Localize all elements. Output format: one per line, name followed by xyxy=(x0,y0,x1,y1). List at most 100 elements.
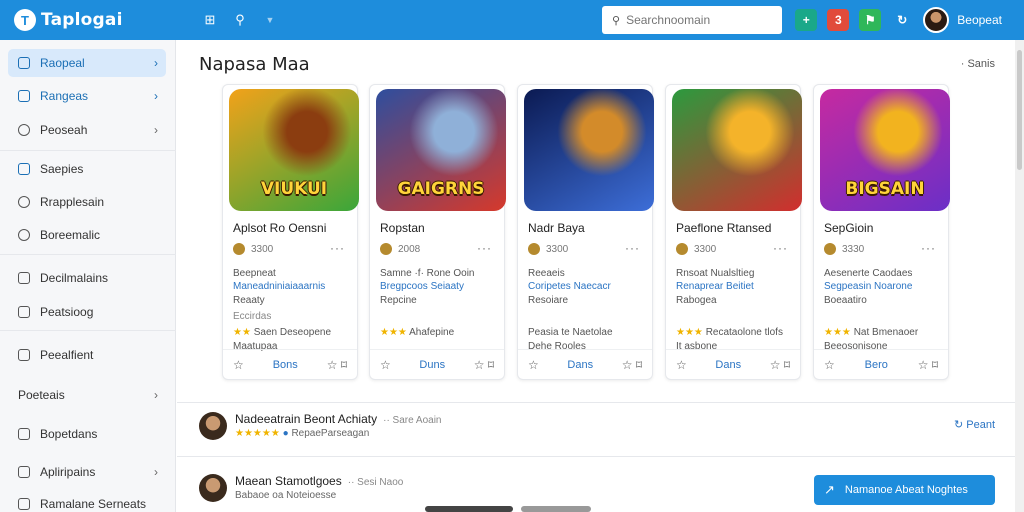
chevron-right-icon: › xyxy=(154,123,158,137)
flag-icon[interactable]: ⚑ xyxy=(859,9,882,31)
sidebar-item-6[interactable]: Decilmalains xyxy=(8,264,166,292)
sidebar-item-7[interactable]: Peatsioog xyxy=(8,298,166,326)
chevron-right-icon: › xyxy=(154,89,158,103)
grid-icon[interactable]: ⊞ xyxy=(199,9,221,31)
bookmark-icon[interactable]: ☆ ⌑ xyxy=(327,358,347,372)
game-card[interactable]: BIGSAIN SepGioin 3330 ··· Aesenerte Caodaes S… xyxy=(813,84,950,380)
sidebar-item-label: Poeteais xyxy=(18,388,65,402)
top-bar: T Taplogai ⊞ ⚲ ▼ ⚲ + 3 ⚑ ↻ Beopeat xyxy=(0,0,1024,40)
vertical-scrollbar-thumb[interactable] xyxy=(1017,50,1022,170)
game-art[interactable] xyxy=(524,89,654,211)
star-icon[interactable]: ☆ xyxy=(528,358,539,372)
bookmark-icon[interactable]: ☆ ⌑ xyxy=(474,358,494,372)
sidebar-item-9[interactable]: Poeteais › xyxy=(8,381,166,409)
more-options-icon[interactable]: ··· xyxy=(330,241,345,255)
card-action-button[interactable]: Dans xyxy=(715,359,741,371)
star-icon[interactable]: ☆ xyxy=(233,358,244,372)
rating-stars: ★★★ xyxy=(380,327,407,338)
sidebar-item-8[interactable]: Peealfient xyxy=(8,341,166,369)
game-detail-link[interactable]: Segpeasin Noarone xyxy=(824,281,912,292)
sidebar-item-5[interactable]: Boreemalic xyxy=(8,221,166,249)
bookmark-icon[interactable]: ☆ ⌑ xyxy=(918,358,938,372)
star-icon[interactable]: ☆ xyxy=(824,358,835,372)
section-see-all-link[interactable]: · Sanis xyxy=(961,58,995,70)
search-input[interactable] xyxy=(626,13,767,27)
sidebar-item-4[interactable]: Rrapplesain xyxy=(8,188,166,216)
star-icon[interactable]: ☆ xyxy=(380,358,391,372)
rating-stars: ★★★★★ xyxy=(235,428,280,439)
list-item-name: Maean Stamotlgoes xyxy=(235,474,342,488)
game-card[interactable]: Paeflone Rtansed 3300 ··· Rnsoat Nualsltieg… xyxy=(665,84,802,380)
sidebar-item-label: Ramalane Serneats xyxy=(40,497,147,511)
card-action-button[interactable]: Dans xyxy=(567,359,593,371)
carousel-indicator-active[interactable] xyxy=(425,506,513,512)
carousel-indicator[interactable] xyxy=(521,506,591,512)
game-art[interactable]: GAIGRNS xyxy=(376,89,506,211)
bookmark-icon[interactable]: ☆ ⌑ xyxy=(770,358,790,372)
rating-stars: ★★★ xyxy=(676,327,703,338)
chevron-right-icon: › xyxy=(154,388,158,402)
rating-text: Nat Bmenaoer xyxy=(853,327,919,338)
user-avatar[interactable] xyxy=(923,7,950,33)
game-card[interactable]: GAIGRNS Ropstan 2008 ··· Samne ·f· Rone Ooin… xyxy=(369,84,506,380)
sidebar-item-10[interactable]: Bopetdans xyxy=(8,420,166,448)
card-action-button[interactable]: Bero xyxy=(865,359,888,371)
card-footer: ☆ Bons ☆ ⌑ xyxy=(223,349,357,379)
sidebar-item-label: Decilmalains xyxy=(40,271,109,285)
game-meta: 2008 xyxy=(380,243,420,255)
more-options-icon[interactable]: ··· xyxy=(477,241,492,255)
publisher-avatar xyxy=(233,243,245,255)
refresh-icon[interactable]: ↻ xyxy=(891,9,913,31)
game-art[interactable]: BIGSAIN xyxy=(820,89,950,211)
game-title[interactable]: Nadr Baya xyxy=(528,221,585,235)
pin-icon: ↗ xyxy=(824,482,835,497)
more-options-icon[interactable]: ··· xyxy=(921,241,936,255)
avatar xyxy=(199,412,227,440)
app-logo[interactable]: T Taplogai xyxy=(14,9,199,31)
star-icon[interactable]: ☆ xyxy=(676,358,687,372)
game-detail-link[interactable]: Maneadniniaiaaarnis xyxy=(233,281,325,292)
list-item[interactable]: Nadeeatrain Beont Achiaty ·· Sare Aoain ★… xyxy=(177,408,1015,458)
folder-icon xyxy=(18,498,30,510)
sidebar-divider xyxy=(0,150,176,151)
game-title[interactable]: SepGioin xyxy=(824,221,873,235)
more-options-icon[interactable]: ··· xyxy=(773,241,788,255)
primary-action-button[interactable]: ↗ Namanoe Abeat Noghtes xyxy=(814,475,995,505)
rating-text: Saen Deseopene xyxy=(253,327,332,338)
card-footer: ☆ Dans ☆ ⌑ xyxy=(666,349,800,379)
sidebar-item-3[interactable]: Saepies xyxy=(8,155,166,183)
game-art[interactable] xyxy=(672,89,802,211)
card-action-button[interactable]: Duns xyxy=(419,359,445,371)
game-art[interactable]: VIUKUI xyxy=(229,89,359,211)
game-detail-link[interactable]: Coripetes Naecacr xyxy=(528,281,611,292)
list-item-subtext: Babaoe oa Noteioesse xyxy=(235,490,337,501)
new-item-icon[interactable]: + xyxy=(795,9,818,31)
game-card[interactable]: Nadr Baya 3300 ··· Reeaeis Coripetes Naecacr… xyxy=(517,84,654,380)
topbar-right: + 3 ⚑ ↻ Beopeat xyxy=(795,0,1024,40)
sidebar-item-1[interactable]: Rangeas › xyxy=(8,82,166,110)
sidebar-item-12[interactable]: Ramalane Serneats xyxy=(8,490,166,512)
search-icon[interactable]: ⚲ xyxy=(229,9,251,31)
main-content: Napasa Maa · Sanis VIUKUI Aplsot Ro Oensn… xyxy=(177,40,1015,512)
publisher-avatar xyxy=(380,243,392,255)
game-detail-link[interactable]: Bregpcoos Seiaaty xyxy=(380,281,464,292)
list-item-action[interactable]: ↻ Peant xyxy=(954,418,995,431)
game-card[interactable]: VIUKUI Aplsot Ro Oensni 3300 ··· Beepneat Man… xyxy=(222,84,359,380)
sidebar-item-0[interactable]: Raopeal › xyxy=(8,49,166,77)
game-title[interactable]: Ropstan xyxy=(380,221,425,235)
user-name[interactable]: Beopeat xyxy=(957,13,1002,27)
calendar-icon xyxy=(18,90,30,102)
more-options-icon[interactable]: ··· xyxy=(625,241,640,255)
game-detail-link[interactable]: Renaprear Beitiet xyxy=(676,281,754,292)
bookmark-icon[interactable]: ☆ ⌑ xyxy=(622,358,642,372)
card-action-button[interactable]: Bons xyxy=(273,359,298,371)
game-title[interactable]: Aplsot Ro Oensni xyxy=(233,221,326,235)
mail-icon xyxy=(18,163,30,175)
sidebar-item-11[interactable]: Apliripains › xyxy=(8,458,166,486)
sidebar-item-2[interactable]: Peoseah › xyxy=(8,116,166,144)
notifications-icon[interactable]: 3 xyxy=(827,9,850,31)
game-title[interactable]: Paeflone Rtansed xyxy=(676,221,771,235)
chevron-down-icon[interactable]: ▼ xyxy=(259,9,281,31)
search-box[interactable]: ⚲ xyxy=(602,6,782,34)
game-detail-line: Beepneat xyxy=(233,268,276,279)
